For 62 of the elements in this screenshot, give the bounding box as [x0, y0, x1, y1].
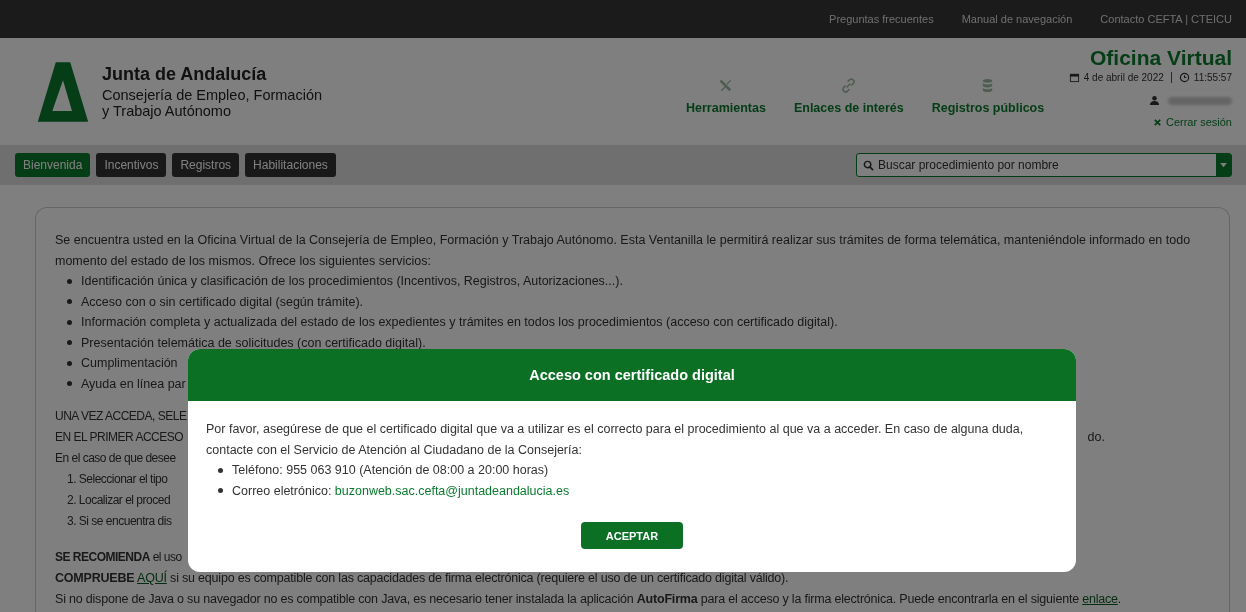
- quick-link[interactable]: Enlaces de interés: [793, 78, 904, 115]
- dialog-title: Acceso con certificado digital: [529, 367, 735, 383]
- recommend-text: SE RECOMIENDA el uso: [55, 549, 182, 566]
- bullet-icon: [67, 381, 72, 387]
- search-field[interactable]: Buscar procedimiento por nombre: [856, 153, 1232, 177]
- compatibility-text: COMPRUEBE AQUÍ si su equipo es compatible con las capacidades de firma electrónica (requiere el uso de un certificado digital válido).: [55, 569, 790, 587]
- nav-tab[interactable]: Habilitaciones: [245, 153, 336, 177]
- brand-subtitle: y Trabajo Autónomo: [102, 103, 232, 119]
- calendar-icon: [1068, 72, 1080, 83]
- bullet-icon: [218, 467, 223, 473]
- bullet-icon: [67, 340, 72, 346]
- dialog-message: Por favor, asegúrese de que el certificado digital que va a utilizar es el correcto para el procedimiento al que va a acceder. En caso de alguna duda, contacte con el Servicio de Atención al Ciudadano de la Consejería:: [206, 421, 1025, 459]
- top-link[interactable]: Contacto CEFTA | CTEICU: [1100, 13, 1232, 25]
- logout-link[interactable]: Cerrar sesión: [1152, 116, 1232, 128]
- user-icon: [1149, 95, 1160, 106]
- search-input[interactable]: Buscar procedimiento por nombre: [878, 158, 1212, 172]
- bullet-icon: [218, 488, 223, 494]
- accept-button[interactable]: ACEPTAR: [581, 522, 683, 549]
- top-link[interactable]: Manual de navegación: [961, 13, 1073, 25]
- nav-tab[interactable]: Registros: [172, 153, 240, 177]
- nav-tab[interactable]: Incentivos: [96, 153, 167, 177]
- quick-link[interactable]: Registros públicos: [931, 78, 1045, 115]
- bullet-icon: [67, 319, 72, 325]
- bullet-icon: [67, 278, 72, 284]
- clock-icon: [1178, 72, 1190, 83]
- step-item: 2. Localizar el proced: [67, 492, 171, 509]
- step-item: 1. Seleccionar el tipo: [67, 471, 168, 488]
- time-text: 11:55:57: [1193, 72, 1232, 83]
- contact-item: Teléfono: 955 063 910 (Atención de 08:00 a 20:00 horas): [232, 462, 549, 479]
- service-item: Cumplimentación: [81, 355, 178, 372]
- intro-paragraph: Se encuentra usted en la Oficina Virtual de la Consejería de Empleo, Formación y Trabajo Autónomo. Esta Ventanilla le permitirá realizar sus trámites de forma telemática, manteniéndole informado en todo momento del estado de los mismos. Ofrece los siguientes servicios:: [55, 232, 1192, 270]
- service-item: Acceso con o sin certificado digital (según trámite).: [81, 293, 364, 311]
- brand-subtitle: Consejería de Empleo, Formación: [102, 87, 323, 103]
- service-item: Ayuda en línea par: [81, 375, 186, 393]
- bullet-icon: [67, 299, 72, 305]
- service-item: Información completa y actualizada del estado de los expedientes y trámites en todos los procedimientos (acceso con certificado digital).: [81, 314, 838, 331]
- link-icon: [841, 78, 857, 93]
- logo-icon: [36, 59, 90, 124]
- office-title: Oficina Virtual: [1090, 46, 1232, 70]
- note-text: UNA VEZ ACCEDA, SELE: [55, 408, 187, 425]
- bullet-icon: [67, 360, 72, 366]
- contact-item: Correo eletrónico: buzonweb.sac.cefta@juntadeandalucia.es: [232, 482, 570, 500]
- caret-icon: [1220, 162, 1227, 168]
- note-text: En el caso de que desee: [55, 450, 176, 467]
- brand-title: Junta de Andalucía: [102, 64, 268, 85]
- email-link[interactable]: buzonweb.sac.cefta@juntadeandalucia.es: [334, 483, 570, 498]
- top-link[interactable]: Preguntas frecuentes: [829, 13, 934, 25]
- download-link[interactable]: enlace: [1082, 592, 1118, 606]
- step-item: 3. Si se encuentra dis: [67, 513, 172, 530]
- search-icon: [863, 159, 874, 171]
- nav-tab[interactable]: Bienvenida: [15, 153, 91, 177]
- service-item: Identificación única y clasificación de los procedimientos (Incentivos, Registros, Autorizaciones...).: [81, 273, 623, 290]
- date-text: 4 de abril de 2022: [1083, 72, 1164, 83]
- autofirma-text: Si no dispone de Java o su navegador no es compatible con Java, es necesario tener instalada la aplicación AutoFirma para el acceso y la firma electrónica. Puede encontrarla en el siguiente enlace.: [55, 591, 1123, 608]
- service-item: Presentación telemática de solicitudes (con certificado digital).: [81, 334, 426, 352]
- blurred-name: [1168, 96, 1232, 105]
- dropdown-button[interactable]: [1216, 154, 1231, 176]
- note-text: EN EL PRIMER ACCESO: [55, 429, 184, 446]
- quick-link[interactable]: Herramientas: [686, 78, 766, 115]
- here-link[interactable]: AQUÍ: [137, 571, 167, 585]
- note-text: do.: [1087, 429, 1105, 446]
- close-icon: [1152, 117, 1162, 127]
